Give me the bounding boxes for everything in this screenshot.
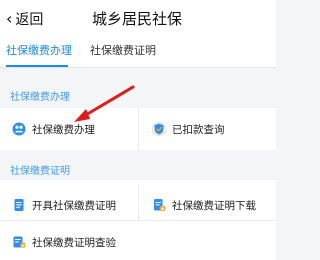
document-download-icon (154, 199, 166, 212)
tab-payment-certificate[interactable]: 社保缴费证明 (90, 36, 156, 68)
deducted-query-item[interactable]: 已扣款查询 (152, 115, 225, 143)
deducted-query-label: 已扣款查询 (172, 123, 225, 136)
document-verify-icon (13, 236, 26, 248)
social-security-payment-item[interactable]: 社保缴费办理 (12, 115, 95, 143)
divider (0, 220, 276, 221)
verify-certificate-label: 社保缴费证明查验 (32, 236, 116, 249)
issue-certificate-item[interactable]: 开具社保缴费证明 (12, 191, 116, 219)
download-certificate-item[interactable]: 社保缴费证明下载 (152, 191, 256, 219)
divider (138, 184, 139, 220)
section-title-payment: 社保缴费办理 (10, 92, 70, 103)
back-button[interactable]: ‹ 返回 (6, 8, 43, 30)
active-tab-indicator (6, 65, 68, 67)
issue-certificate-label: 开具社保缴费证明 (32, 199, 116, 212)
payment-card: 社保缴费办理 已扣款查询 (0, 108, 276, 150)
document-icon (14, 199, 24, 211)
page-title: 城乡居民社保 (92, 10, 183, 28)
chevron-left-icon: ‹ (6, 8, 13, 28)
section-title-certificate: 社保缴费证明 (10, 166, 70, 177)
tab-social-security-payment[interactable]: 社保缴费办理 (6, 36, 72, 68)
tab-bar: 社保缴费办理 社保缴费证明 (0, 36, 276, 68)
social-security-payment-label: 社保缴费办理 (32, 123, 95, 136)
download-certificate-label: 社保缴费证明下载 (172, 199, 256, 212)
back-label: 返回 (15, 12, 44, 28)
shield-check-icon (152, 122, 166, 136)
verify-certificate-item[interactable]: 社保缴费证明查验 (12, 228, 116, 256)
people-wallet-icon (12, 122, 26, 136)
certificate-card: 开具社保缴费证明 社保缴费证明下载 社保缴费证明查验 (0, 180, 276, 260)
divider (138, 108, 139, 150)
navigation-bar: ‹ 返回 城乡居民社保 (0, 0, 276, 36)
